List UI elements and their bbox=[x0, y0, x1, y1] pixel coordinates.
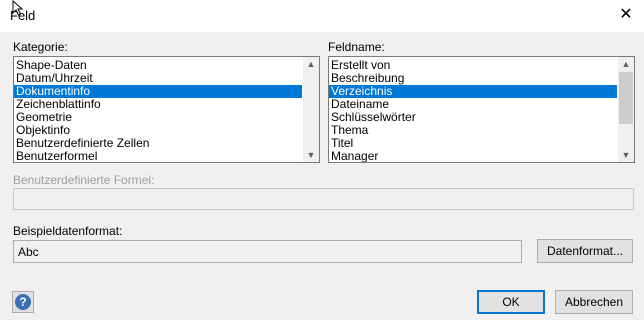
formel-label: Benutzerdefinierte Formel: bbox=[13, 173, 155, 187]
kategorie-label: Kategorie: bbox=[13, 40, 68, 54]
beispiel-field: Abc bbox=[13, 240, 522, 263]
kategorie-scrollbar[interactable]: ▲ ▼ bbox=[303, 57, 319, 162]
scroll-up-icon[interactable]: ▲ bbox=[303, 57, 319, 71]
beispiel-value: Abc bbox=[18, 245, 39, 259]
help-button[interactable]: ? bbox=[12, 291, 34, 313]
datenformat-button[interactable]: Datenformat... bbox=[537, 239, 633, 263]
scrollbar-thumb[interactable] bbox=[619, 72, 633, 124]
kategorie-listbox[interactable]: Shape-Daten Datum/Uhrzeit Dokumentinfo Zeic… bbox=[13, 56, 320, 163]
feldname-list-item[interactable]: Schlüsselwörter bbox=[329, 111, 617, 124]
title-bar: Feld ✕ bbox=[0, 0, 644, 32]
feldname-list-item[interactable]: Thema bbox=[329, 124, 617, 137]
feldname-label: Feldname: bbox=[328, 40, 385, 54]
scroll-up-icon[interactable]: ▲ bbox=[618, 57, 634, 71]
feldname-listbox[interactable]: Erstellt von Beschreibung Verzeichnis Datei… bbox=[328, 56, 635, 163]
formel-input[interactable] bbox=[13, 188, 634, 210]
feldname-scrollbar[interactable]: ▲ ▼ bbox=[618, 57, 634, 162]
close-icon[interactable]: ✕ bbox=[608, 0, 644, 32]
field-dialog: Feld ✕ Kategorie: Shape-Daten Datum/Uhrze… bbox=[0, 0, 644, 320]
cancel-button[interactable]: Abbrechen bbox=[555, 290, 633, 314]
feldname-list-item[interactable]: Manager bbox=[329, 150, 617, 163]
beispiel-label: Beispieldatenformat: bbox=[13, 224, 123, 238]
ok-button[interactable]: OK bbox=[477, 290, 545, 314]
scroll-down-icon[interactable]: ▼ bbox=[303, 148, 319, 162]
kategorie-list-item[interactable]: Benutzerformel bbox=[14, 150, 302, 163]
mouse-pointer-icon bbox=[12, 0, 24, 16]
help-icon: ? bbox=[15, 294, 31, 310]
scroll-down-icon[interactable]: ▼ bbox=[618, 148, 634, 162]
